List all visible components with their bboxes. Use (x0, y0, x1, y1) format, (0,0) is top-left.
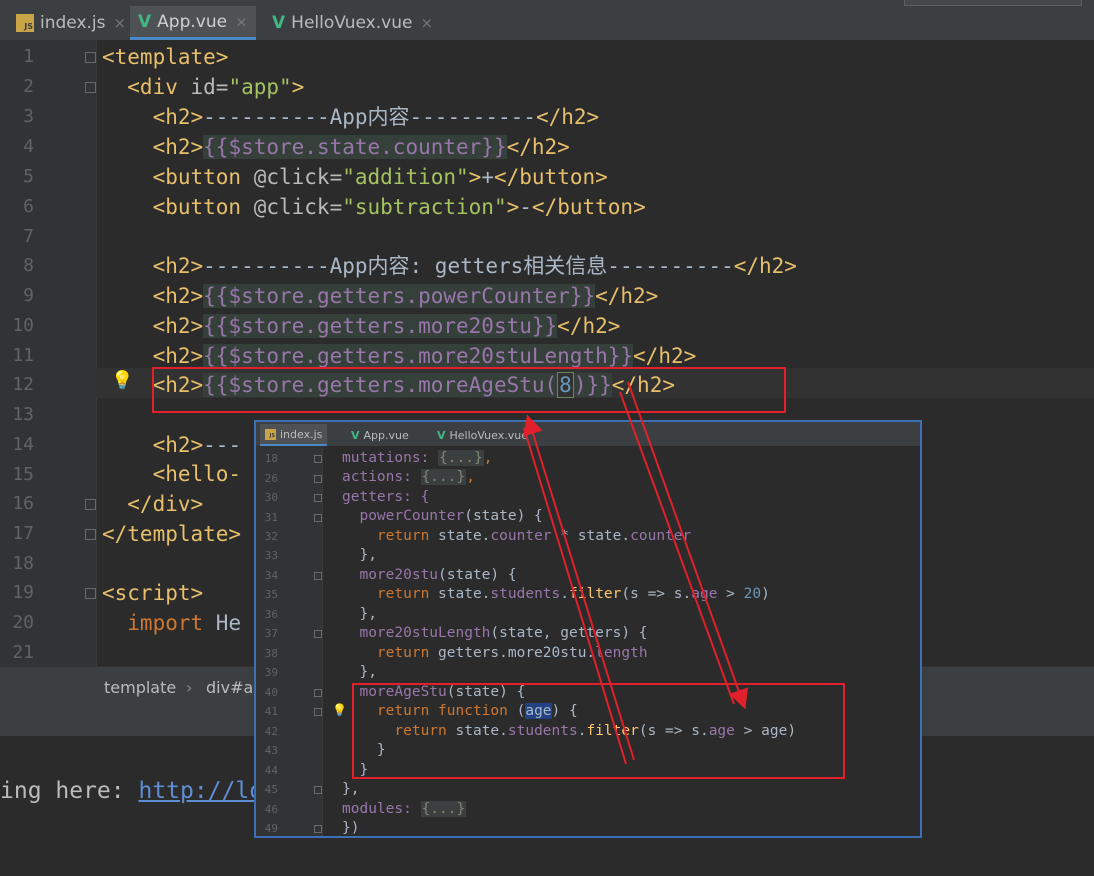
arrow-to-call (523, 414, 635, 761)
arrow-to-call-shadow (523, 427, 627, 765)
annotation-arrows (523, 381, 749, 765)
arrow-to-definition-shadow (619, 391, 735, 705)
arrow-to-definition (627, 381, 749, 710)
